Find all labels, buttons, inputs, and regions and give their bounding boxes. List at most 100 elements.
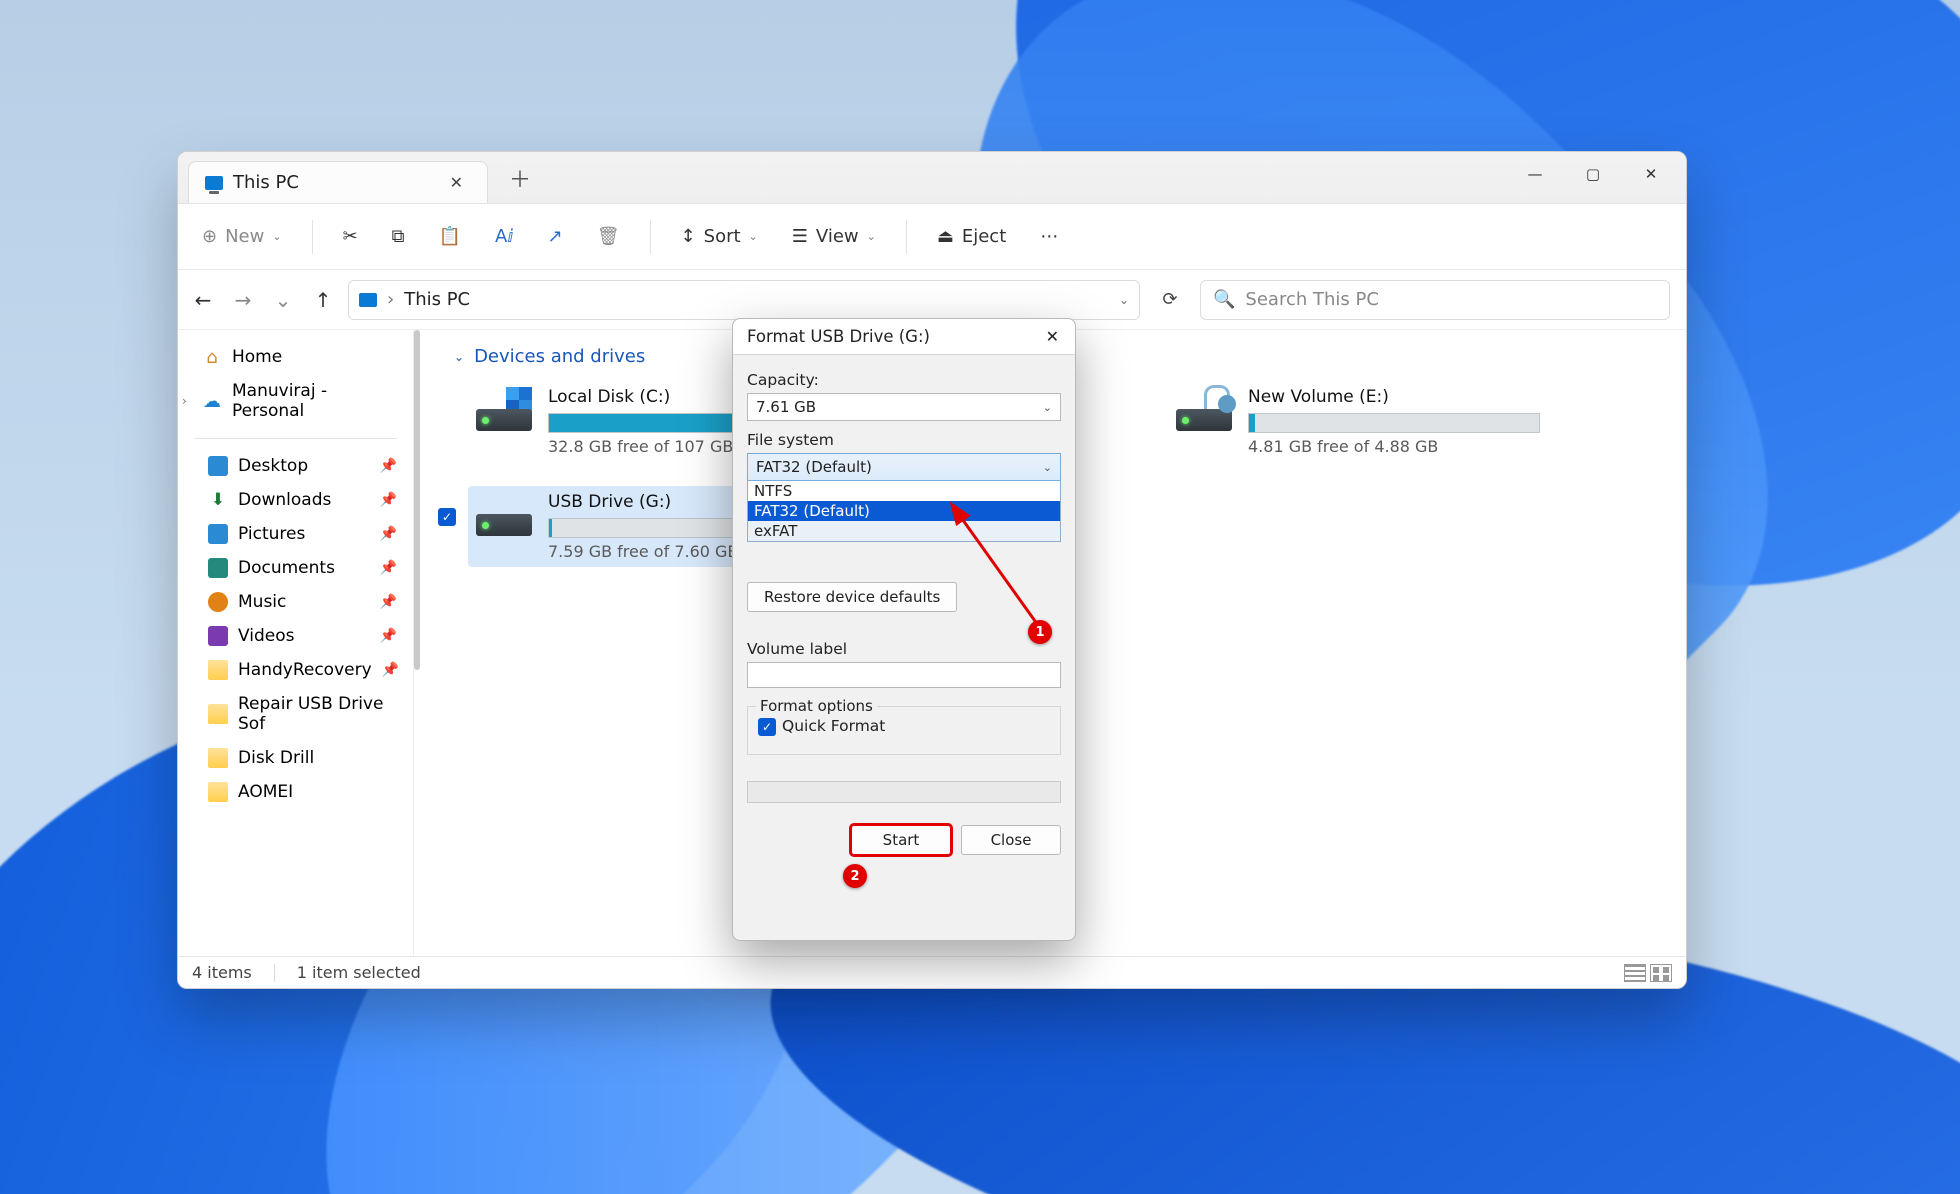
- drive-new-volume-e[interactable]: New Volume (E:) 4.81 GB free of 4.88 GB: [1168, 381, 1548, 462]
- delete-icon: 🗑: [597, 226, 620, 247]
- pictures-icon: [208, 524, 228, 544]
- search-icon: 🔍: [1213, 289, 1235, 310]
- restore-defaults-button[interactable]: Restore device defaults: [747, 582, 957, 612]
- tab-close-button[interactable]: ✕: [442, 169, 471, 196]
- copy-button[interactable]: ⧉: [380, 220, 417, 253]
- sidebar-videos[interactable]: Videos 📌: [178, 619, 413, 653]
- fs-option-exfat[interactable]: exFAT: [748, 521, 1060, 541]
- explorer-tab-thispc[interactable]: This PC ✕: [188, 161, 488, 203]
- chevron-down-icon: ⌄: [272, 230, 281, 243]
- share-button[interactable]: ↗: [536, 220, 575, 253]
- navigation-pane: ⌂ Home › ☁ Manuviraj - Personal Desktop …: [178, 330, 414, 956]
- fs-option-fat32[interactable]: FAT32 (Default): [748, 501, 1060, 521]
- new-tab-button[interactable]: ＋: [500, 162, 540, 194]
- back-button[interactable]: ←: [188, 288, 218, 312]
- dialog-title: Format USB Drive (G:): [747, 327, 930, 346]
- pin-icon: 📌: [380, 526, 397, 542]
- capacity-select[interactable]: 7.61 GB ⌄: [747, 393, 1061, 421]
- folder-icon: [208, 704, 228, 724]
- rename-icon: Aⅈ: [495, 226, 514, 247]
- locked-drive-icon: [1176, 387, 1232, 431]
- volume-label-input[interactable]: [747, 662, 1061, 688]
- forward-button[interactable]: →: [228, 288, 258, 312]
- checkbox-checked-icon: ✓: [758, 718, 776, 736]
- search-box[interactable]: 🔍 Search This PC: [1200, 280, 1670, 320]
- close-button[interactable]: Close: [961, 825, 1061, 855]
- capacity-label: Capacity:: [747, 371, 1061, 389]
- search-placeholder: Search This PC: [1245, 289, 1379, 310]
- paste-button[interactable]: 📋: [427, 220, 473, 253]
- folder-icon: [208, 782, 228, 802]
- more-icon: ⋯: [1040, 226, 1058, 247]
- dialog-titlebar[interactable]: Format USB Drive (G:) ✕: [733, 319, 1075, 355]
- sidebar-documents[interactable]: Documents 📌: [178, 551, 413, 585]
- sidebar-handyrecovery[interactable]: HandyRecovery 📌: [178, 653, 413, 687]
- sidebar-aomei[interactable]: AOMEI: [178, 775, 413, 809]
- status-bar: 4 items 1 item selected: [178, 956, 1686, 988]
- sidebar-desktop[interactable]: Desktop 📌: [178, 449, 413, 483]
- eject-button[interactable]: ⏏ Eject: [925, 220, 1018, 253]
- cut-button[interactable]: ✂: [331, 220, 370, 253]
- sidebar-diskdrill[interactable]: Disk Drill: [178, 741, 413, 775]
- new-button[interactable]: ⊕ New ⌄: [190, 220, 294, 253]
- fs-option-ntfs[interactable]: NTFS: [748, 481, 1060, 501]
- filesystem-dropdown: NTFS FAT32 (Default) exFAT: [747, 481, 1061, 542]
- chevron-down-icon: ⌄: [1043, 401, 1052, 414]
- window-titlebar: This PC ✕ ＋ — ▢ ✕: [178, 152, 1686, 204]
- tiles-view-icon: [1650, 964, 1672, 982]
- plus-circle-icon: ⊕: [202, 226, 217, 247]
- dialog-close-button[interactable]: ✕: [1038, 325, 1067, 348]
- more-button[interactable]: ⋯: [1028, 220, 1070, 253]
- sidebar-music[interactable]: Music 📌: [178, 585, 413, 619]
- chevron-down-icon: ⌄: [749, 230, 758, 243]
- chevron-down-icon: ⌄: [454, 350, 464, 364]
- maximize-button[interactable]: ▢: [1564, 152, 1622, 196]
- recent-locations-button[interactable]: ⌄: [268, 288, 298, 312]
- selection-checkbox[interactable]: ✓: [438, 508, 456, 526]
- sidebar-onedrive-personal[interactable]: › ☁ Manuviraj - Personal: [178, 374, 413, 428]
- folder-icon: [208, 748, 228, 768]
- close-window-button[interactable]: ✕: [1622, 152, 1680, 196]
- format-options-group: Format options ✓Quick Format: [747, 706, 1061, 755]
- documents-icon: [208, 558, 228, 578]
- command-bar: ⊕ New ⌄ ✂ ⧉ 📋 Aⅈ ↗ 🗑 ↕ Sort ⌄ ☰ View ⌄ ⏏…: [178, 204, 1686, 270]
- capacity-bar: [1248, 413, 1540, 433]
- annotation-badge-2: 2: [843, 864, 867, 888]
- view-button[interactable]: ☰ View ⌄: [780, 220, 888, 253]
- sidebar-downloads[interactable]: ⬇ Downloads 📌: [178, 483, 413, 517]
- up-button[interactable]: ↑: [308, 288, 338, 312]
- quick-format-checkbox[interactable]: ✓Quick Format: [758, 717, 885, 735]
- rename-button[interactable]: Aⅈ: [483, 220, 526, 253]
- minimize-button[interactable]: —: [1506, 152, 1564, 196]
- start-button[interactable]: Start: [851, 825, 951, 855]
- format-drive-dialog: Format USB Drive (G:) ✕ Capacity: 7.61 G…: [732, 318, 1076, 941]
- windows-drive-icon: [476, 387, 532, 431]
- refresh-button[interactable]: ⟳: [1150, 289, 1190, 310]
- pin-icon: 📌: [380, 492, 397, 508]
- view-icon: ☰: [792, 226, 808, 247]
- address-bar[interactable]: › This PC ⌄: [348, 280, 1140, 320]
- sort-button[interactable]: ↕ Sort ⌄: [669, 220, 770, 253]
- details-view-icon: [1624, 964, 1646, 982]
- desktop-icon: [208, 456, 228, 476]
- sidebar-home[interactable]: ⌂ Home: [178, 340, 413, 374]
- scrollbar[interactable]: [414, 330, 420, 670]
- view-mode-toggle[interactable]: [1624, 964, 1672, 982]
- sidebar-repairusb[interactable]: Repair USB Drive Sof: [178, 687, 413, 741]
- cut-icon: ✂: [343, 226, 358, 247]
- annotation-badge-1: 1: [1028, 620, 1052, 644]
- delete-button[interactable]: 🗑: [585, 220, 632, 253]
- tab-title: This PC: [233, 172, 299, 193]
- filesystem-select[interactable]: FAT32 (Default) ⌄: [747, 453, 1061, 481]
- videos-icon: [208, 626, 228, 646]
- pin-icon: 📌: [380, 560, 397, 576]
- sort-icon: ↕: [681, 226, 696, 247]
- chevron-right-icon: ›: [182, 394, 187, 408]
- usb-drive-icon: [476, 492, 532, 536]
- sidebar-pictures[interactable]: Pictures 📌: [178, 517, 413, 551]
- eject-icon: ⏏: [937, 226, 954, 247]
- thispc-icon: [359, 293, 377, 307]
- copy-icon: ⧉: [392, 226, 405, 247]
- item-count: 4 items: [192, 963, 252, 982]
- chevron-down-icon: ⌄: [1043, 461, 1052, 474]
